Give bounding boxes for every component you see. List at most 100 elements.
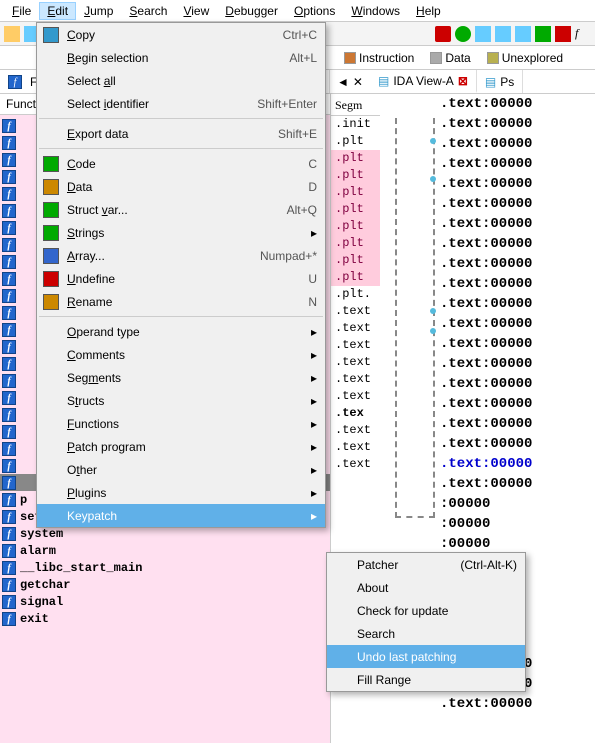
segment-line[interactable] [331,490,380,507]
disasm-line[interactable]: .text:00000 [440,274,595,294]
segment-line[interactable]: .plt [331,235,380,252]
menu-item-strings[interactable]: Strings▸ [37,221,325,244]
segment-line[interactable]: .text [331,388,380,405]
disasm-line[interactable]: .text:00000 [440,374,595,394]
function-row[interactable]: falarm [0,542,330,559]
disasm-line[interactable]: .text:00000 [440,414,595,434]
function-row[interactable]: f__libc_start_main [0,559,330,576]
disasm-line[interactable]: .text:00000 [440,234,595,254]
segment-line[interactable]: .text [331,371,380,388]
menu-help[interactable]: Help [408,2,449,20]
tb-icon[interactable] [4,26,20,42]
menu-search[interactable]: Search [121,2,175,20]
close-tab-icon[interactable]: ⊠ [458,74,468,88]
disasm-line[interactable]: .text:00000 [440,154,595,174]
segment-line[interactable]: .init [331,116,380,133]
disasm-line[interactable]: .text:00000 [440,394,595,414]
submenu-item-fill-range[interactable]: Fill Range [327,668,525,691]
menu-windows[interactable]: Windows [343,2,408,20]
menu-item-plugins[interactable]: Plugins▸ [37,481,325,504]
segment-line[interactable]: .text [331,354,380,371]
menu-file[interactable]: File [4,2,39,20]
segment-line[interactable]: .plt [331,269,380,286]
debug-stop-icon[interactable] [435,26,451,42]
tb-icon[interactable] [555,26,571,42]
disasm-line[interactable]: .text:00000 [440,134,595,154]
disasm-line[interactable]: .text:00000 [440,294,595,314]
segment-line[interactable]: .plt [331,150,380,167]
tb-icon[interactable] [495,26,511,42]
menu-item-array-[interactable]: Array...Numpad+* [37,244,325,267]
menu-edit[interactable]: Edit [39,2,76,20]
segment-line[interactable]: .plt [331,218,380,235]
menu-item-select-all[interactable]: Select all [37,69,325,92]
menu-item-rename[interactable]: RenameN [37,290,325,313]
segment-line[interactable]: .plt [331,133,380,150]
segment-line[interactable]: .plt. [331,286,380,303]
segment-line[interactable]: .plt [331,167,380,184]
menu-item-functions[interactable]: Functions▸ [37,412,325,435]
menu-item-undefine[interactable]: UndefineU [37,267,325,290]
menu-item-copy[interactable]: CopyCtrl+C [37,23,325,46]
segment-line[interactable]: .tex [331,405,380,422]
segment-line[interactable]: .plt [331,201,380,218]
menu-item-keypatch[interactable]: Keypatch▸ [37,504,325,527]
menu-view[interactable]: View [175,2,217,20]
submenu-item-check-for-update[interactable]: Check for update [327,599,525,622]
menu-jump[interactable]: Jump [76,2,121,20]
disasm-line[interactable]: .text:00000 [440,254,595,274]
disasm-line[interactable]: .text:00000 [440,214,595,234]
disasm-line[interactable]: :00000 [440,514,595,534]
disasm-line[interactable]: .text:00000 [440,94,595,114]
function-row[interactable]: fexit [0,610,330,627]
segment-line[interactable]: .text [331,439,380,456]
ida-view-tab[interactable]: ▤ IDA View-A ⊠ [370,70,477,93]
menu-debugger[interactable]: Debugger [217,2,286,20]
segments-header[interactable]: Segm [331,96,380,116]
segment-line[interactable]: .text [331,303,380,320]
disasm-line[interactable]: .text:00000 [440,434,595,454]
menu-item-comments[interactable]: Comments▸ [37,343,325,366]
segment-line[interactable]: .plt [331,252,380,269]
disasm-line[interactable]: .text:00000 [440,474,595,494]
menu-item-operand-type[interactable]: Operand type▸ [37,320,325,343]
segment-line[interactable]: .text [331,422,380,439]
disasm-line[interactable]: .text:00000 [440,314,595,334]
segment-line[interactable] [331,524,380,541]
menu-options[interactable]: Options [286,2,343,20]
segment-line[interactable] [331,473,380,490]
tb-icon[interactable]: f [575,26,591,42]
segment-line[interactable]: .plt [331,184,380,201]
menu-item-export-data[interactable]: Export dataShift+E [37,122,325,145]
menu-item-segments[interactable]: Segments▸ [37,366,325,389]
tb-icon[interactable] [475,26,491,42]
submenu-item-search[interactable]: Search [327,622,525,645]
submenu-item-about[interactable]: About [327,576,525,599]
disasm-line[interactable]: .text:00000 [440,354,595,374]
disasm-line[interactable]: .text:00000 [440,454,595,474]
menu-item-code[interactable]: CodeC [37,152,325,175]
tb-icon[interactable] [535,26,551,42]
disasm-line[interactable]: .text:00000 [440,334,595,354]
segment-line[interactable]: .text [331,337,380,354]
disasm-line[interactable]: :00000 [440,534,595,554]
debug-run-icon[interactable] [455,26,471,42]
menu-item-begin-selection[interactable]: Begin selectionAlt+L [37,46,325,69]
disasm-line[interactable]: .text:00000 [440,194,595,214]
disasm-line[interactable]: .text:00000 [440,114,595,134]
menu-item-structs[interactable]: Structs▸ [37,389,325,412]
tb-icon[interactable] [515,26,531,42]
segment-line[interactable]: .text [331,320,380,337]
menu-item-struct-var-[interactable]: Struct var...Alt+Q [37,198,325,221]
close-icon[interactable]: ✕ [353,75,363,89]
segment-line[interactable]: .text [331,456,380,473]
ps-tab[interactable]: ▤ Ps [477,70,523,93]
segment-line[interactable] [331,507,380,524]
disasm-line[interactable]: .text:00000 [440,694,595,714]
arrow-left-icon[interactable]: ◄ [337,75,349,89]
menu-item-other[interactable]: Other▸ [37,458,325,481]
function-row[interactable]: fgetchar [0,576,330,593]
submenu-item-undo-last-patching[interactable]: Undo last patching [327,645,525,668]
function-row[interactable]: fsignal [0,593,330,610]
menu-item-patch-program[interactable]: Patch program▸ [37,435,325,458]
